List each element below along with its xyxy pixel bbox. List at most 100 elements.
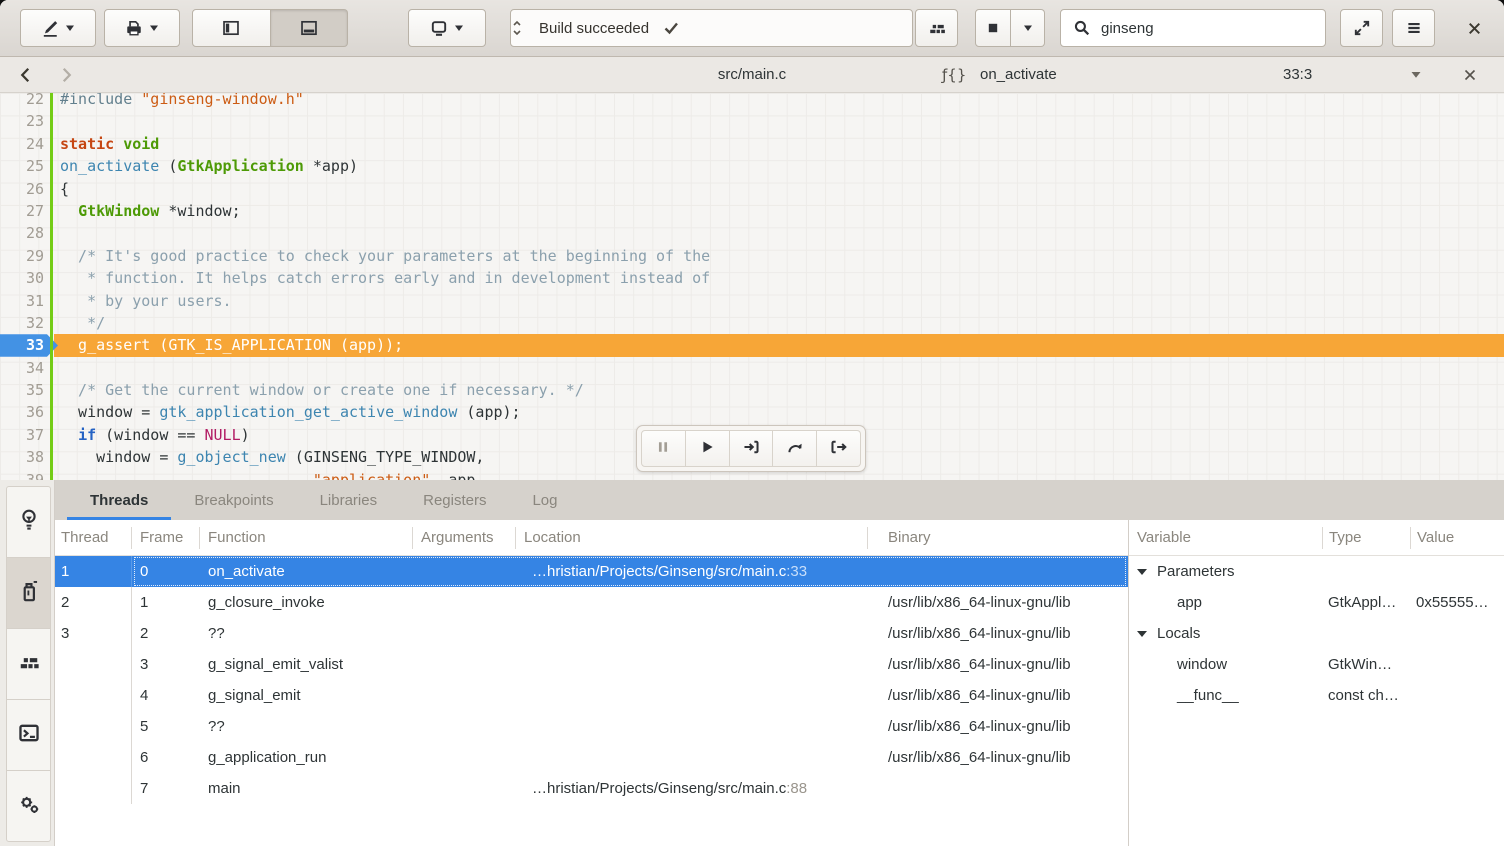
expander-triangle-icon[interactable] [1137, 569, 1147, 575]
tab-libraries[interactable]: Libraries [297, 480, 401, 520]
terminal-icon [18, 722, 40, 748]
cell-function: on_activate [200, 563, 413, 580]
column-header[interactable]: Arguments [413, 527, 516, 549]
thread-frame-row[interactable]: 10on_activate…hristian/Projects/Ginseng/… [55, 556, 1128, 587]
thread-frame-row[interactable]: 21g_closure_invoke/usr/lib/x86_64-linux-… [55, 587, 1128, 618]
step-out-button[interactable] [817, 430, 861, 467]
cell-thread [55, 711, 132, 742]
code-line[interactable]: 32 */ [0, 312, 1504, 334]
code-line[interactable]: 25on_activate (GtkApplication *app) [0, 155, 1504, 177]
build-button[interactable] [915, 9, 958, 47]
expander-triangle-icon[interactable] [1137, 631, 1147, 637]
dock-debugger-spray-button[interactable] [7, 558, 50, 629]
close-icon [1462, 67, 1478, 83]
pause-button[interactable] [641, 430, 686, 467]
variables-table: VariableTypeValue ParametersappGtkAppl…0… [1128, 520, 1504, 846]
expand-icon [1353, 19, 1371, 37]
variable-row[interactable]: windowGtkWin… [1129, 649, 1504, 680]
line-number: 31 [0, 290, 44, 312]
toggle-left-panel[interactable] [192, 9, 271, 47]
run-options-button[interactable] [1011, 9, 1045, 47]
cell-binary: /usr/lib/x86_64-linux-gnu/lib [868, 718, 1128, 735]
code-text: window = gtk_application_get_active_wind… [60, 401, 1504, 423]
variable-row[interactable]: appGtkAppl…0x55555… [1129, 587, 1504, 618]
tab-threads[interactable]: Threads [67, 480, 171, 520]
code-line[interactable]: 23 [0, 110, 1504, 132]
dock-terminal-button[interactable] [7, 700, 50, 771]
fullscreen-button[interactable] [1340, 9, 1383, 47]
dock-lightbulb-button[interactable] [7, 487, 50, 558]
thread-frame-row[interactable]: 3g_signal_emit_valist/usr/lib/x86_64-lin… [55, 649, 1128, 680]
cell-thread: 1 [55, 556, 132, 587]
tab-registers[interactable]: Registers [400, 480, 509, 520]
thread-frame-row[interactable]: 4g_signal_emit/usr/lib/x86_64-linux-gnu/… [55, 680, 1128, 711]
code-line[interactable]: 24static void [0, 133, 1504, 155]
code-line[interactable]: 26{ [0, 178, 1504, 200]
step-in-button[interactable] [730, 430, 774, 467]
editor-close-button[interactable] [1462, 57, 1478, 92]
column-header[interactable]: Type [1322, 527, 1410, 549]
code-line[interactable]: 36 window = gtk_application_get_active_w… [0, 401, 1504, 423]
code-text: */ [60, 312, 1504, 334]
threads-table: ThreadFrameFunctionArgumentsLocationBina… [55, 520, 1128, 846]
thread-frame-row[interactable]: 5??/usr/lib/x86_64-linux-gnu/lib [55, 711, 1128, 742]
code-line[interactable]: 27 GtkWindow *window; [0, 200, 1504, 222]
code-line[interactable]: 33 g_assert (GTK_IS_APPLICATION (app)); [0, 334, 1504, 356]
line-number: 36 [0, 401, 44, 423]
cell-frame: 1 [132, 594, 200, 611]
continue-button[interactable] [686, 430, 730, 467]
thread-frame-row[interactable]: 32??/usr/lib/x86_64-linux-gnu/lib [55, 618, 1128, 649]
column-header[interactable]: Value [1410, 527, 1504, 549]
cell-binary: /usr/lib/x86_64-linux-gnu/lib [868, 594, 1128, 611]
column-header[interactable]: Location [516, 527, 868, 549]
code-line[interactable]: 35 /* Get the current window or create o… [0, 379, 1504, 401]
global-search [1060, 9, 1326, 47]
source-editor[interactable]: 22#include "ginseng-window.h"2324static … [0, 93, 1504, 480]
window-close-button[interactable] [1452, 9, 1496, 47]
stop-button[interactable] [975, 9, 1011, 47]
code-line[interactable]: 34 [0, 357, 1504, 379]
column-header[interactable]: Function [200, 527, 413, 549]
column-header[interactable]: Variable [1129, 527, 1322, 549]
tab-breakpoints[interactable]: Breakpoints [171, 480, 296, 520]
cell-value: 0x55555… [1410, 594, 1504, 611]
caret-down-icon [149, 24, 159, 32]
code-line[interactable]: 29 /* It's good practice to check your p… [0, 245, 1504, 267]
menu-icon [1405, 19, 1423, 37]
editor-options-button[interactable] [1410, 57, 1422, 92]
variable-group-row[interactable]: Locals [1129, 618, 1504, 649]
cell-variable: app [1129, 594, 1322, 611]
thread-frame-row[interactable]: 6g_application_run/usr/lib/x86_64-linux-… [55, 742, 1128, 773]
step-over-icon [786, 438, 804, 460]
current-symbol[interactable]: on_activate [980, 57, 1057, 92]
dock-settings-gears-button[interactable] [7, 771, 50, 841]
line-number: 37 [0, 424, 44, 446]
code-line[interactable]: 30 * function. It helps catch errors ear… [0, 267, 1504, 289]
debugger-spray-icon [18, 578, 40, 608]
editor-mode-button[interactable] [20, 9, 96, 47]
stop-icon [985, 20, 1001, 36]
column-header[interactable]: Thread [55, 527, 132, 549]
code-line[interactable]: 31 * by your users. [0, 290, 1504, 312]
toggle-bottom-panel[interactable] [271, 9, 349, 47]
column-header[interactable]: Binary [868, 527, 1128, 549]
code-line[interactable]: 22#include "ginseng-window.h" [0, 93, 1504, 110]
tab-log[interactable]: Log [509, 480, 580, 520]
caret-down-icon [65, 24, 75, 32]
variable-row[interactable]: __func__const ch… [1129, 680, 1504, 711]
step-over-button[interactable] [773, 430, 817, 467]
dock-build-bricks-button[interactable] [7, 629, 50, 700]
caret-down-icon [454, 24, 464, 32]
line-number: 39 [0, 469, 44, 480]
column-header[interactable]: Frame [132, 527, 200, 549]
search-input[interactable] [1099, 19, 1303, 38]
code-line[interactable]: 28 [0, 222, 1504, 244]
menu-button[interactable] [1392, 9, 1435, 47]
line-number: 34 [0, 357, 44, 379]
export-button[interactable] [104, 9, 180, 47]
line-number: 32 [0, 312, 44, 334]
omnibar-build-status[interactable]: Build succeeded [510, 9, 913, 47]
thread-frame-row[interactable]: 7main…hristian/Projects/Ginseng/src/main… [55, 773, 1128, 804]
device-selector-button[interactable] [408, 9, 486, 47]
variable-group-row[interactable]: Parameters [1129, 556, 1504, 587]
